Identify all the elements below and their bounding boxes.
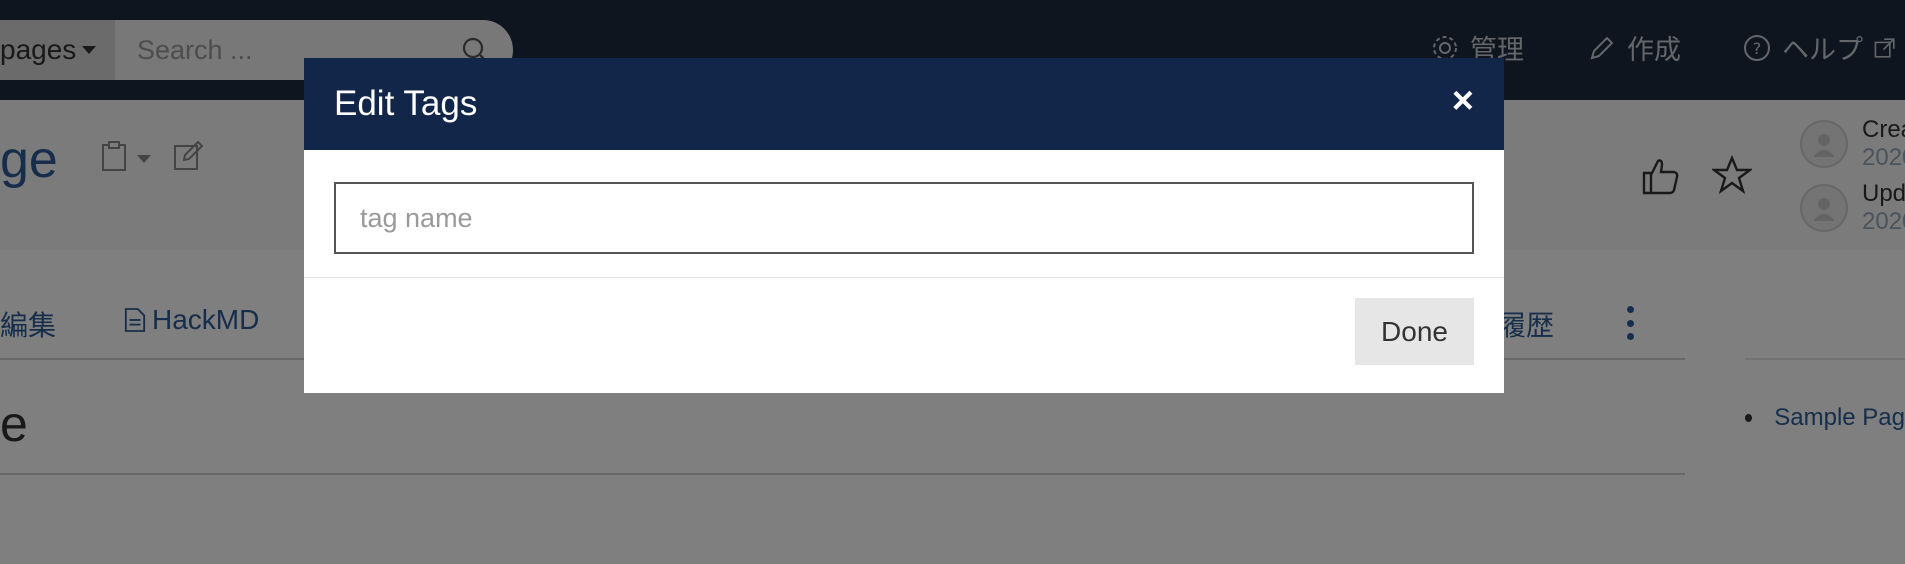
modal-title: Edit Tags [334,84,478,123]
modal-footer: Done [304,278,1504,393]
edit-tags-modal: Edit Tags × Done [304,58,1504,393]
close-icon[interactable]: × [1452,82,1474,120]
done-button[interactable]: Done [1355,298,1474,365]
tag-name-input[interactable] [334,182,1474,254]
modal-header: Edit Tags × [304,58,1504,150]
modal-body [304,150,1504,278]
